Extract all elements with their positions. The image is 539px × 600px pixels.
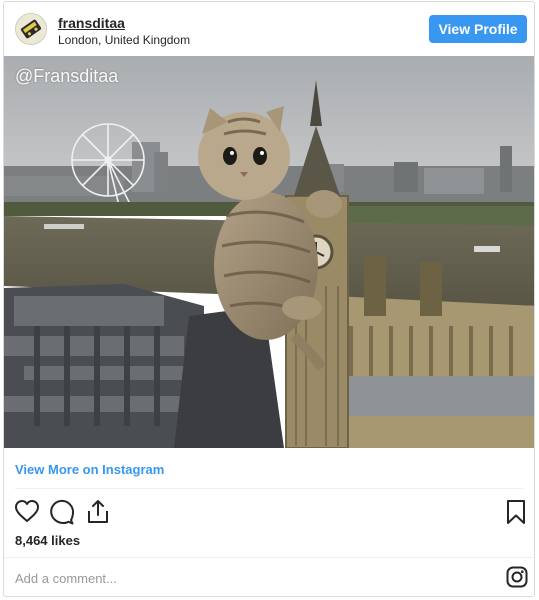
share-icon[interactable]	[85, 498, 111, 529]
comment-input[interactable]	[15, 568, 455, 588]
view-profile-button[interactable]: View Profile	[429, 15, 527, 43]
location-label: London, United Kingdom	[58, 33, 191, 47]
divider	[15, 488, 523, 489]
post-header: fransditaa London, United Kingdom View P…	[4, 2, 534, 56]
heart-icon[interactable]	[14, 499, 40, 528]
photo-watermark: @Fransditaa	[15, 66, 119, 86]
view-more-link[interactable]: View More on Instagram	[15, 462, 164, 478]
instagram-icon[interactable]	[506, 566, 528, 593]
username-link[interactable]: fransditaa	[58, 15, 125, 31]
avatar[interactable]	[15, 13, 47, 45]
instagram-embed-card: fransditaa London, United Kingdom View P…	[3, 1, 535, 597]
likes-count: 8,464 likes	[15, 533, 81, 548]
comment-icon[interactable]	[49, 499, 75, 530]
avatar-image	[16, 14, 46, 44]
london-cat-photo	[4, 56, 534, 448]
bookmark-icon[interactable]	[505, 499, 527, 530]
divider	[4, 557, 534, 558]
post-photo[interactable]: @Fransditaa	[4, 56, 534, 448]
